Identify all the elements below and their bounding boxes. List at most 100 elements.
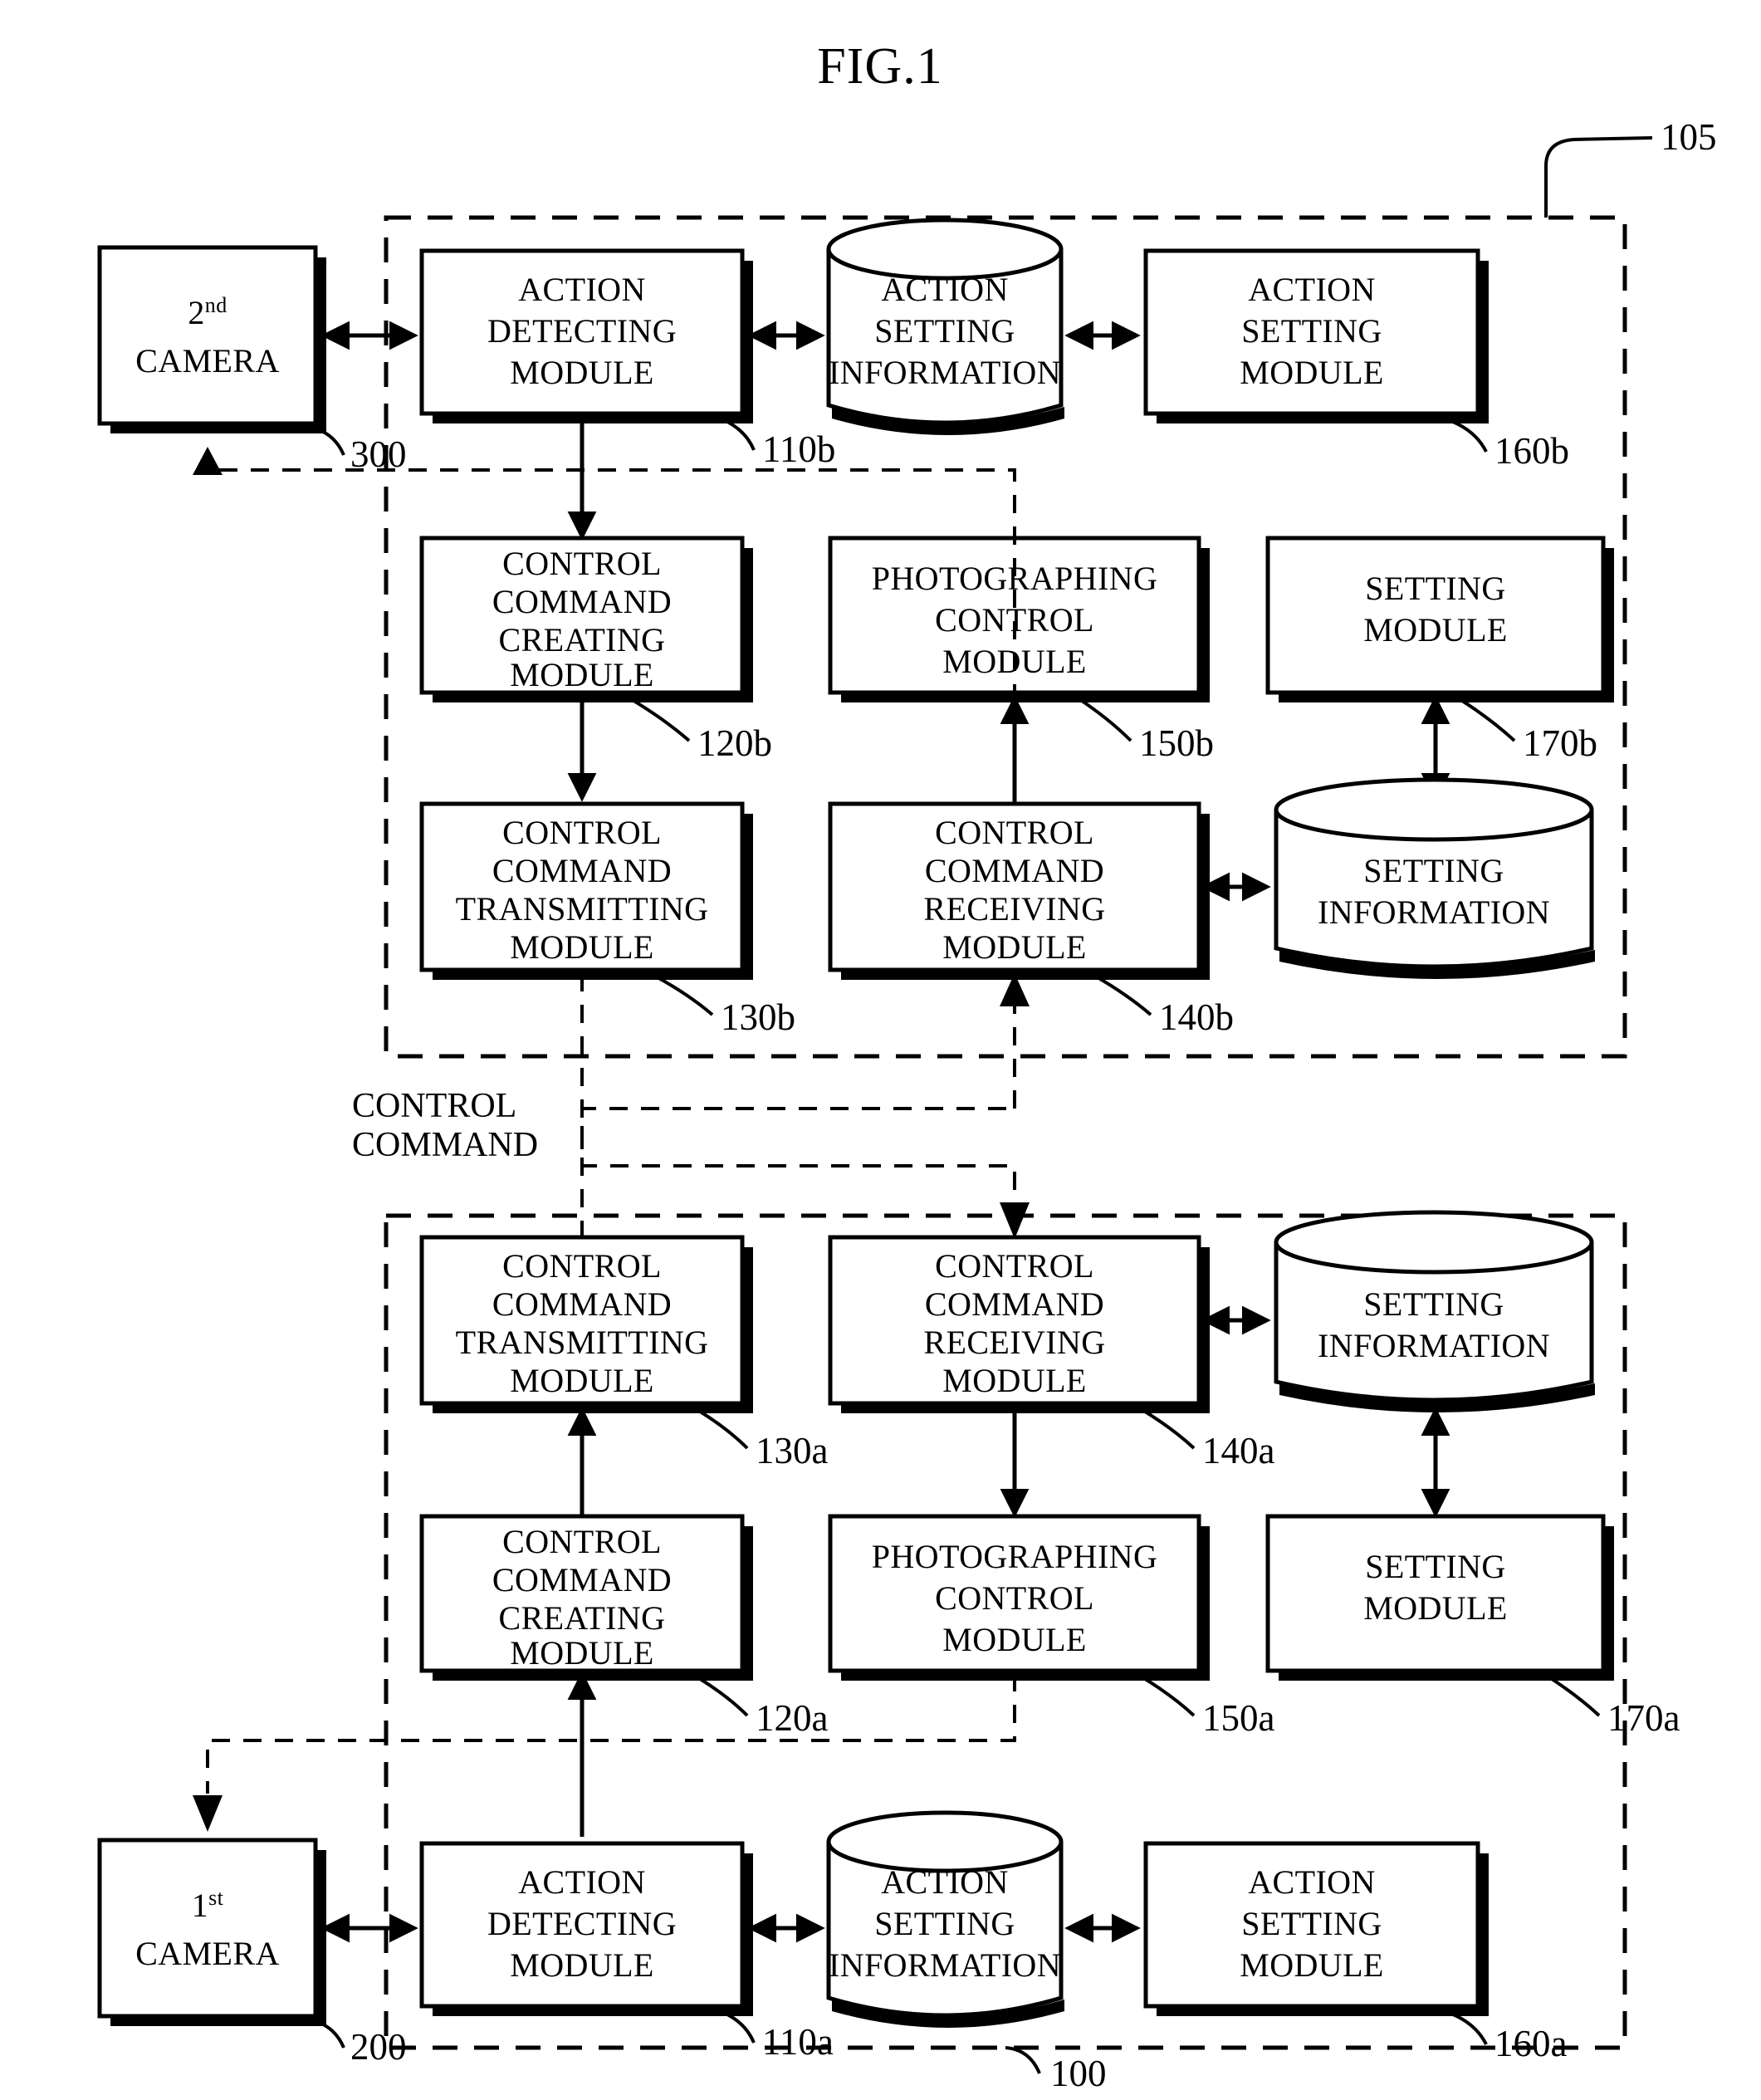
setting-info-upper-line1: SETTING xyxy=(1363,852,1504,889)
ref-200: 200 xyxy=(350,2026,407,2068)
ref-170b: 170b xyxy=(1523,722,1597,764)
lower-system-leader xyxy=(1005,2046,1041,2074)
dashed-upper-transmitting-to-lower-receiving xyxy=(580,973,1016,1206)
ref-150b: 150b xyxy=(1139,722,1214,764)
dashed-photographing-to-first-camera-arrowhead xyxy=(193,1795,223,1832)
ref-100: 100 xyxy=(1050,2053,1107,2094)
ref-150a: 150a xyxy=(1202,1697,1275,1739)
cmd-transmitting-upper-line4: MODULE xyxy=(510,928,654,966)
ref-110b-leader xyxy=(723,419,756,451)
cmd-receiving-lower-line1: CONTROL xyxy=(935,1247,1094,1285)
action-detecting-upper-line2: DETECTING xyxy=(487,312,677,350)
first-camera-box[interactable] xyxy=(97,1838,318,2019)
second-camera-box[interactable] xyxy=(97,245,318,426)
dashed-photographing-to-second-camera-arrowhead xyxy=(193,447,223,475)
cmd-receiving-lower-line4: MODULE xyxy=(942,1362,1087,1399)
dashed-upper-transmitting-to-lower-receiving-arrowhead xyxy=(1000,1202,1030,1239)
ref-130a-leader xyxy=(696,1408,749,1450)
ref-140b-leader xyxy=(1094,975,1152,1016)
figure-canvas: FIG.1 105 100 2nd CAMERA 300 ACTION DETE… xyxy=(97,38,1717,2094)
cmd-receiving-upper-line3: RECEIVING xyxy=(923,890,1105,928)
action-detecting-lower-line1: ACTION xyxy=(518,1863,646,1901)
action-setting-info-upper-line1: ACTION xyxy=(881,271,1009,308)
ref-130b: 130b xyxy=(721,996,795,1038)
action-setting-info-lower-line2: SETTING xyxy=(874,1905,1015,1942)
cmd-receiving-upper-line4: MODULE xyxy=(942,928,1087,966)
action-detecting-lower-line2: DETECTING xyxy=(487,1905,677,1942)
upper-system-leader xyxy=(1544,136,1653,218)
action-detecting-lower-line3: MODULE xyxy=(510,1946,654,1984)
action-setting-module-lower-line1: ACTION xyxy=(1248,1863,1376,1901)
ref-120b: 120b xyxy=(697,722,772,764)
ref-170a-leader xyxy=(1548,1676,1601,1717)
setting-module-upper-line2: MODULE xyxy=(1363,611,1508,649)
ref-170a: 170a xyxy=(1607,1697,1680,1739)
ref-150a-leader xyxy=(1141,1676,1196,1717)
action-setting-module-upper-line2: SETTING xyxy=(1241,312,1382,350)
action-detecting-upper-line3: MODULE xyxy=(510,354,654,391)
cmd-creating-lower-line4: MODULE xyxy=(510,1634,654,1672)
cmd-creating-upper-line1: CONTROL xyxy=(502,545,662,582)
action-detecting-upper-line1: ACTION xyxy=(518,271,646,308)
ref-120b-leader xyxy=(629,698,691,742)
cmd-receiving-upper-line2: COMMAND xyxy=(925,852,1104,889)
cmd-creating-lower-line2: COMMAND xyxy=(492,1561,672,1598)
control-command-flow-line1: CONTROL xyxy=(352,1087,516,1125)
ref-160a: 160a xyxy=(1494,2023,1568,2064)
ref-140a: 140a xyxy=(1202,1430,1275,1471)
ref-120a-leader xyxy=(696,1676,749,1717)
setting-info-lower-line1: SETTING xyxy=(1363,1285,1504,1323)
dashed-lower-transmitting-to-upper-receiving-path xyxy=(580,1107,1015,1239)
ref-120a: 120a xyxy=(756,1697,829,1739)
cmd-creating-upper-line4: MODULE xyxy=(510,656,654,693)
ref-140b: 140b xyxy=(1159,996,1234,1038)
cmd-creating-upper-line2: COMMAND xyxy=(492,583,672,620)
cmd-creating-upper-line3: CREATING xyxy=(499,621,666,658)
photographing-control-lower-line1: PHOTOGRAPHING xyxy=(872,1538,1158,1575)
cmd-transmitting-upper-line3: TRANSMITTING xyxy=(456,890,709,928)
figure-title: FIG.1 xyxy=(817,38,942,95)
setting-info-upper-top xyxy=(1274,777,1594,842)
ref-110b: 110b xyxy=(762,428,835,470)
cmd-receiving-upper-line1: CONTROL xyxy=(935,814,1094,851)
setting-module-lower-line2: MODULE xyxy=(1363,1589,1508,1627)
photographing-control-lower-line3: MODULE xyxy=(942,1621,1087,1658)
action-setting-module-upper-line3: MODULE xyxy=(1240,354,1384,391)
cmd-transmitting-lower-line1: CONTROL xyxy=(502,1247,662,1285)
ref-170b-leader xyxy=(1458,698,1516,742)
cmd-creating-lower-line1: CONTROL xyxy=(502,1523,662,1560)
ref-160b-leader xyxy=(1452,420,1488,453)
setting-info-lower-line2: INFORMATION xyxy=(1318,1327,1550,1364)
ref-130b-leader xyxy=(655,975,714,1016)
second-camera-label-line2: CAMERA xyxy=(135,342,280,379)
action-setting-info-lower-line1: ACTION xyxy=(881,1863,1009,1901)
photographing-control-lower-line2: CONTROL xyxy=(935,1579,1094,1617)
setting-info-upper-line2: INFORMATION xyxy=(1318,893,1550,931)
action-setting-info-upper-line2: SETTING xyxy=(874,312,1015,350)
cmd-transmitting-lower-line3: TRANSMITTING xyxy=(456,1324,709,1361)
ref-110a-leader xyxy=(723,2011,756,2044)
patent-figure: FIG.1 105 100 2nd CAMERA 300 ACTION DETE… xyxy=(0,0,1761,2100)
action-setting-module-lower-line2: SETTING xyxy=(1241,1905,1382,1942)
action-setting-info-lower-line3: INFORMATION xyxy=(829,1946,1061,1984)
setting-module-lower-line1: SETTING xyxy=(1365,1548,1505,1585)
action-setting-module-lower-line3: MODULE xyxy=(1240,1946,1384,1984)
cmd-creating-lower-line3: CREATING xyxy=(499,1599,666,1637)
ref-150b-leader xyxy=(1078,698,1132,742)
cmd-receiving-lower-line3: RECEIVING xyxy=(923,1324,1105,1361)
dashed-photographing-to-first-camera xyxy=(206,1673,1016,1794)
ref-130a: 130a xyxy=(756,1430,829,1471)
ref-105: 105 xyxy=(1661,116,1717,158)
setting-module-upper-line1: SETTING xyxy=(1365,570,1505,607)
cmd-transmitting-upper-line2: COMMAND xyxy=(492,852,672,889)
cmd-transmitting-upper-line1: CONTROL xyxy=(502,814,662,851)
cmd-transmitting-lower-line2: COMMAND xyxy=(492,1285,672,1323)
ref-160b: 160b xyxy=(1494,430,1569,472)
setting-info-lower-top xyxy=(1274,1210,1594,1275)
ref-110a: 110a xyxy=(762,2021,834,2063)
action-setting-module-upper-line1: ACTION xyxy=(1248,271,1376,308)
ref-160a-leader xyxy=(1452,2013,1488,2045)
action-setting-info-lower-top xyxy=(826,1810,1064,1873)
ref-140a-leader xyxy=(1141,1408,1196,1450)
action-setting-info-upper-line3: INFORMATION xyxy=(829,354,1061,391)
